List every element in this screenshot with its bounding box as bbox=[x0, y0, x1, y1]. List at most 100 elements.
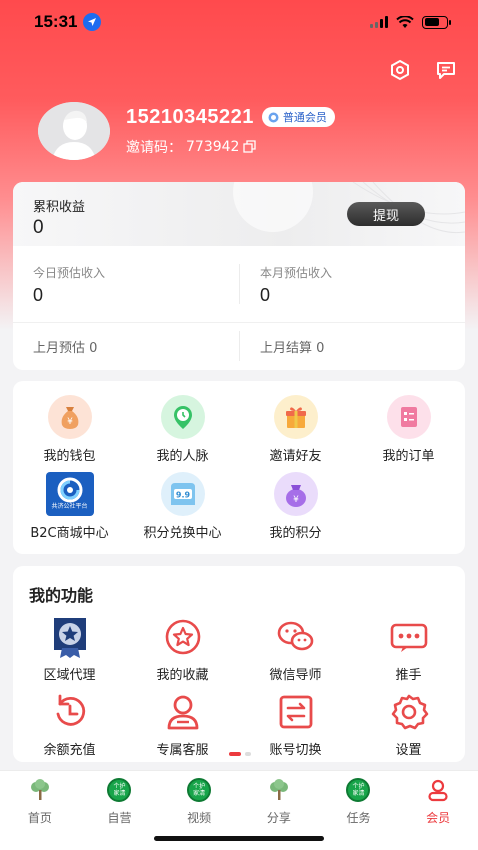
function-recharge[interactable]: 余额充值 bbox=[13, 691, 126, 758]
header-actions bbox=[388, 58, 458, 82]
star-icon bbox=[162, 616, 204, 658]
menu-item-orders[interactable]: 我的订单 bbox=[352, 395, 465, 464]
menu-label: 我的钱包 bbox=[43, 449, 96, 464]
svg-text:¥: ¥ bbox=[67, 417, 73, 427]
page-dot-active bbox=[229, 752, 241, 756]
invite-label: 邀请码： bbox=[126, 139, 182, 156]
function-label: 账号切换 bbox=[269, 743, 322, 758]
order-list-icon bbox=[386, 395, 431, 439]
tab-video[interactable]: 个护家清 视频 bbox=[159, 777, 239, 826]
member-badge: 普通会员 bbox=[261, 107, 335, 127]
tab-label: 视频 bbox=[187, 811, 212, 825]
menu-label: 我的人脉 bbox=[156, 449, 209, 464]
time-text: 15:31 bbox=[34, 12, 78, 31]
menu-item-b2c-mall[interactable]: 共济公社平台 B2C商城中心 bbox=[13, 472, 126, 541]
status-indicators bbox=[370, 15, 451, 29]
page-dot bbox=[245, 752, 251, 756]
recharge-icon bbox=[49, 691, 91, 733]
home-indicator bbox=[154, 836, 324, 841]
green-badge-icon: 个护家清 bbox=[345, 777, 371, 803]
invite-code-row: 邀请码： 773942 bbox=[126, 137, 335, 157]
location-icon bbox=[83, 13, 102, 31]
function-settings[interactable]: 设置 bbox=[352, 691, 465, 758]
badge-text: 个护家清 bbox=[352, 783, 365, 797]
function-label: 推手 bbox=[395, 668, 422, 683]
tab-label: 会员 bbox=[426, 811, 451, 825]
tab-label: 任务 bbox=[346, 811, 371, 825]
status-time: 15:31 bbox=[34, 12, 102, 32]
withdraw-button[interactable]: 提现 bbox=[347, 202, 425, 226]
money-bag-icon: ¥ bbox=[47, 395, 92, 439]
menu-label: B2C商城中心 bbox=[30, 526, 109, 541]
signal-icon bbox=[370, 16, 388, 28]
tab-member[interactable]: 会员 bbox=[398, 777, 478, 826]
function-label: 微信导师 bbox=[269, 668, 322, 683]
profile-section: 15210345221 普通会员 邀请码： 773942 bbox=[38, 102, 335, 160]
person-icon bbox=[425, 777, 451, 803]
function-label: 余额充值 bbox=[43, 743, 96, 758]
status-bar: 15:31 bbox=[0, 0, 478, 44]
agent-medal-icon bbox=[49, 616, 91, 658]
member-icon bbox=[268, 112, 279, 122]
badge-text: 个护家清 bbox=[193, 783, 206, 797]
last-month-estimate: 上月预估 0 bbox=[33, 340, 98, 356]
today-estimate-value: 0 bbox=[33, 285, 44, 305]
function-label: 设置 bbox=[395, 743, 422, 758]
settings-hex-icon[interactable] bbox=[388, 58, 412, 82]
total-earnings: 累积收益 0 提现 bbox=[13, 182, 465, 246]
tree-icon bbox=[27, 777, 53, 803]
month-estimate-value: 0 bbox=[260, 285, 271, 305]
menu-item-points-exchange[interactable]: 9.9 积分兑换中心 bbox=[126, 472, 239, 541]
today-estimate-label: 今日预估收入 bbox=[33, 266, 106, 280]
month-estimate-label: 本月预估收入 bbox=[260, 266, 333, 280]
functions-card: 我的功能 区域代理 我的收藏 微信导师 推手 余额充值 专属客服 账号切换 设置 bbox=[13, 566, 465, 762]
functions-title: 我的功能 bbox=[29, 586, 94, 605]
function-promoter[interactable]: 推手 bbox=[352, 616, 465, 683]
function-favorites[interactable]: 我的收藏 bbox=[126, 616, 239, 683]
menu-item-invite[interactable]: 邀请好友 bbox=[239, 395, 352, 464]
badge-text: 个护家清 bbox=[113, 783, 126, 797]
function-label: 区域代理 bbox=[43, 668, 96, 683]
points-tag-text: 9.9 bbox=[175, 491, 190, 500]
copy-icon[interactable] bbox=[243, 140, 257, 153]
tab-label: 自营 bbox=[107, 811, 132, 825]
menu-item-my-points[interactable]: ¥ 我的积分 bbox=[239, 472, 352, 541]
function-switch-account[interactable]: 账号切换 bbox=[239, 691, 352, 758]
service-icon bbox=[162, 691, 204, 733]
tab-tasks[interactable]: 个护家清 任务 bbox=[319, 777, 399, 826]
menu-label: 我的积分 bbox=[269, 526, 322, 541]
last-month-settled: 上月结算 0 bbox=[239, 331, 465, 361]
user-phone: 15210345221 bbox=[126, 105, 254, 128]
svg-text:¥: ¥ bbox=[293, 495, 299, 505]
tab-self-operated[interactable]: 个护家清 自营 bbox=[80, 777, 160, 826]
function-wechat-mentor[interactable]: 微信导师 bbox=[239, 616, 352, 683]
menu-label: 我的订单 bbox=[382, 449, 435, 464]
avatar[interactable] bbox=[38, 102, 110, 160]
message-icon[interactable] bbox=[434, 58, 458, 82]
function-label: 专属客服 bbox=[156, 743, 209, 758]
menu-label: 积分兑换中心 bbox=[143, 526, 222, 541]
function-region-agent[interactable]: 区域代理 bbox=[13, 616, 126, 683]
tab-home[interactable]: 首页 bbox=[0, 777, 80, 826]
tab-share[interactable]: 分享 bbox=[239, 777, 319, 826]
wifi-icon bbox=[396, 15, 414, 28]
tab-label: 首页 bbox=[27, 811, 52, 825]
mall-logo-text: 共济公社平台 bbox=[51, 503, 88, 510]
gear-icon bbox=[388, 691, 430, 733]
gift-icon bbox=[273, 395, 318, 439]
clock-pin-icon bbox=[160, 395, 205, 439]
wechat-icon bbox=[275, 616, 317, 658]
function-label: 我的收藏 bbox=[156, 668, 209, 683]
menu-label: 邀请好友 bbox=[269, 449, 322, 464]
invite-code: 773942 bbox=[186, 138, 240, 155]
menu-item-wallet[interactable]: ¥ 我的钱包 bbox=[13, 395, 126, 464]
month-estimate: 本月预估收入 0 bbox=[239, 264, 465, 305]
today-estimate: 今日预估收入 0 bbox=[13, 246, 239, 322]
switch-account-icon bbox=[275, 691, 317, 733]
function-customer-service[interactable]: 专属客服 bbox=[126, 691, 239, 758]
green-badge-icon: 个护家清 bbox=[106, 777, 132, 803]
page-indicator bbox=[229, 752, 251, 756]
menu-item-contacts[interactable]: 我的人脉 bbox=[126, 395, 239, 464]
member-level-text: 普通会员 bbox=[282, 111, 327, 124]
green-badge-icon: 个护家清 bbox=[186, 777, 212, 803]
